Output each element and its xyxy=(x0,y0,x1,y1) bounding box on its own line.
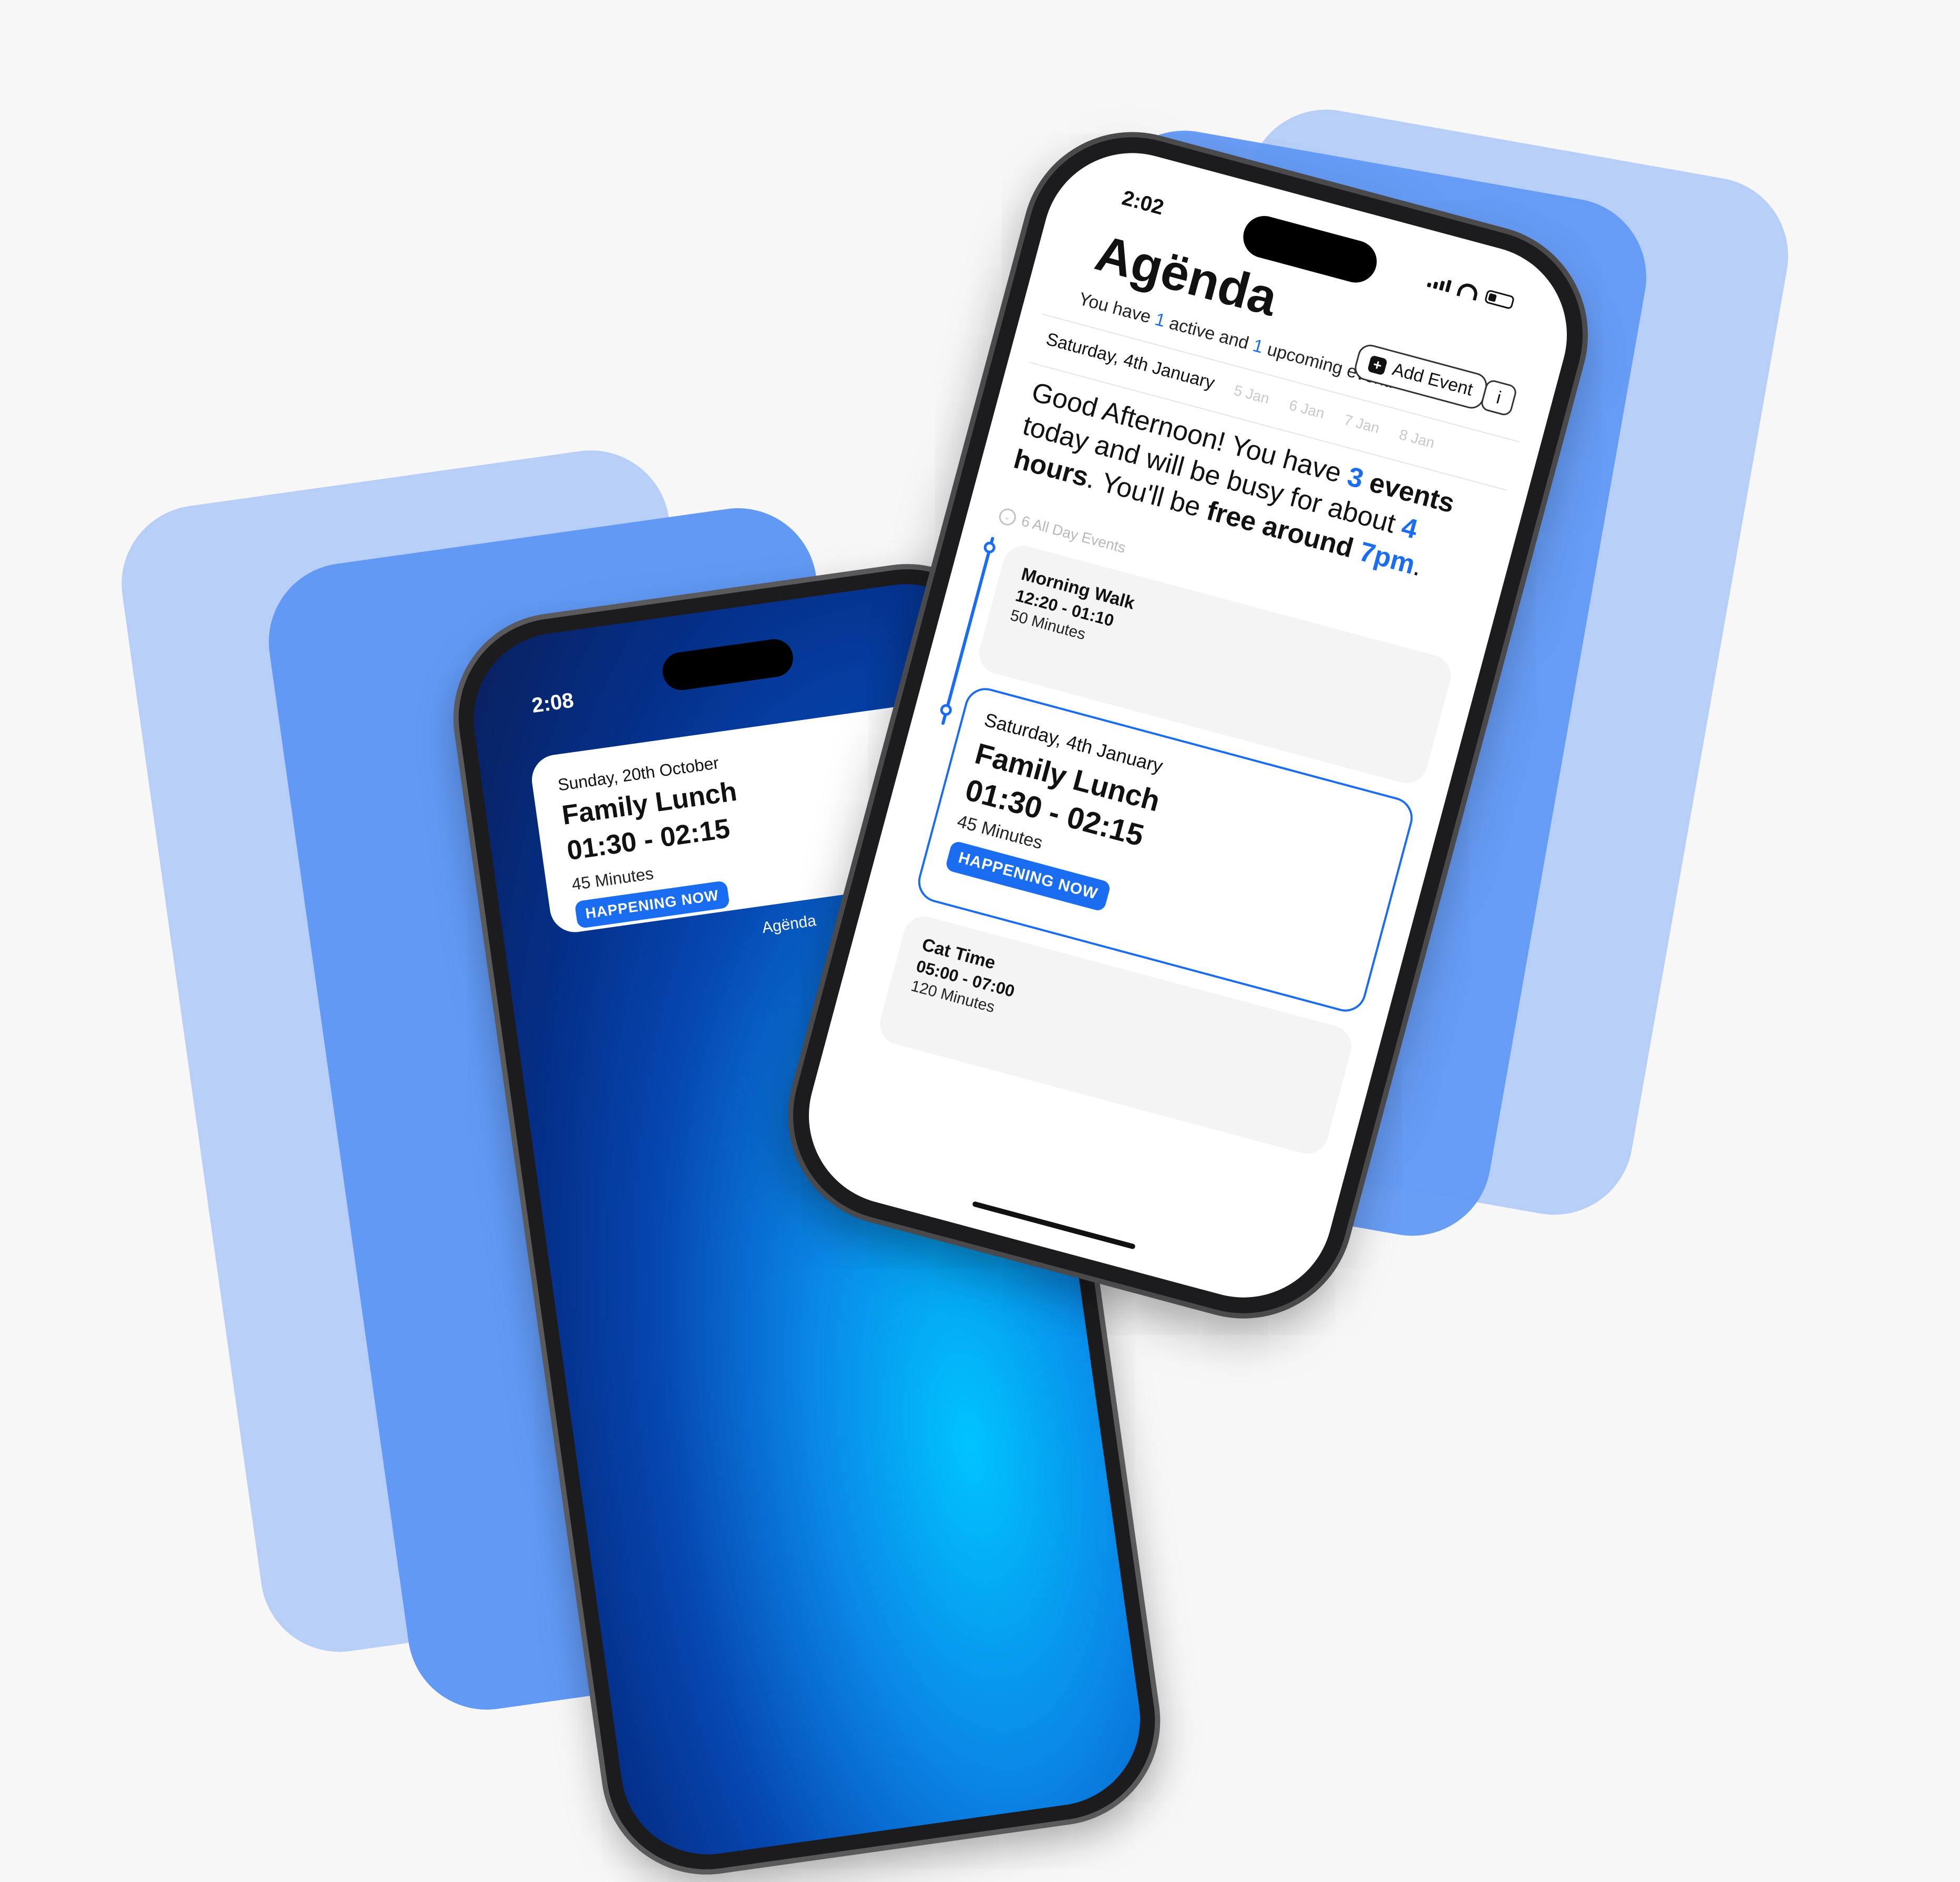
wifi-icon xyxy=(1456,281,1480,301)
status-time: 2:02 xyxy=(1120,186,1166,220)
plus-icon: + xyxy=(1367,354,1388,376)
signal-icon xyxy=(1427,275,1452,292)
date-option[interactable]: 8 Jan xyxy=(1397,426,1436,452)
timeline-dot-current xyxy=(939,703,953,717)
widget-caption: Agënda xyxy=(761,912,817,937)
status-time: 2:08 xyxy=(530,688,576,718)
timeline-dot xyxy=(982,540,997,555)
dynamic-island xyxy=(660,636,796,693)
add-event-button[interactable]: + Add Event xyxy=(1352,342,1490,412)
date-option[interactable]: 5 Jan xyxy=(1232,382,1271,408)
status-icons xyxy=(1427,273,1515,310)
home-indicator[interactable] xyxy=(972,1201,1136,1250)
chevron-down-icon: ⌄ xyxy=(997,507,1018,528)
date-option[interactable]: 6 Jan xyxy=(1287,397,1326,423)
add-event-label: Add Event xyxy=(1390,359,1475,400)
battery-icon xyxy=(1484,289,1515,310)
date-option[interactable]: 7 Jan xyxy=(1342,412,1381,437)
event-time-range: 12:20 - 01:10 xyxy=(1013,585,1116,631)
